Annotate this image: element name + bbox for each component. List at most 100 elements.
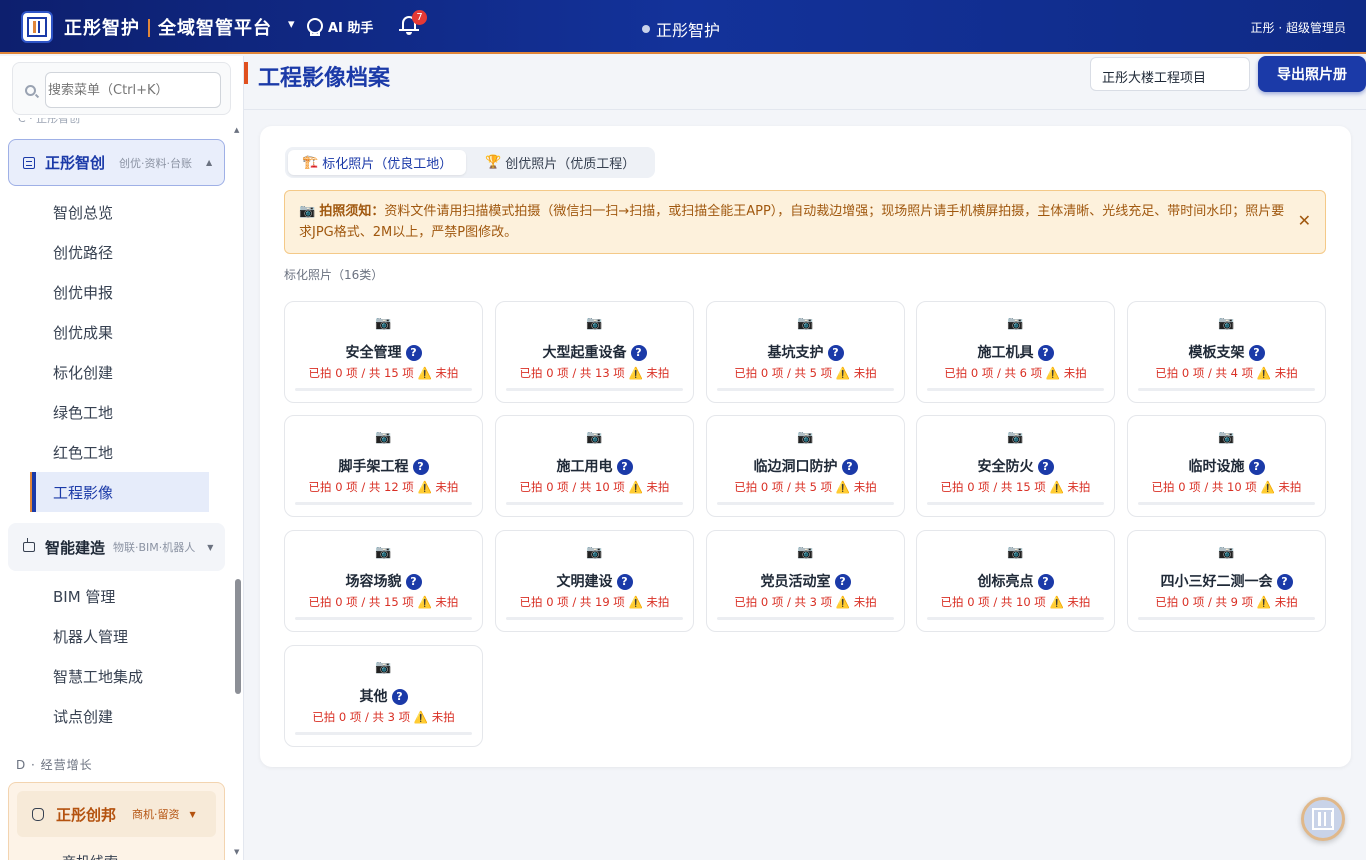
camera-icon: 📷 xyxy=(1218,545,1235,560)
help-icon[interactable]: ? xyxy=(827,345,844,361)
export-album-button[interactable]: 导出照片册 xyxy=(1258,56,1366,92)
help-icon[interactable]: ? xyxy=(630,345,647,361)
menu-search xyxy=(12,62,231,115)
category-card[interactable]: 📷 安全管理? 已拍 0 项 / 共 15 项 ⚠️ 未拍 xyxy=(284,301,483,403)
menu-group-zhengtong-zhichuang[interactable]: 正彤智创 创优·资料·台账 ▲ xyxy=(8,139,225,186)
sidebar-scrollbar-thumb[interactable] xyxy=(235,579,241,694)
menu-group-zhengtong-chuangbang[interactable]: 正彤创邦 商机·留资 ▼ xyxy=(17,791,216,837)
sidebar-item-leads[interactable]: 商机线索 xyxy=(62,852,118,860)
tab-standard-photos[interactable]: 🏗️ 标化照片（优良工地） xyxy=(288,150,467,175)
help-icon[interactable]: ? xyxy=(841,459,858,475)
sidebar-item-red-site[interactable]: 红色工地 xyxy=(53,442,113,463)
category-status: 已拍 0 项 / 共 10 项 ⚠️ 未拍 xyxy=(940,595,1091,609)
search-icon xyxy=(25,85,36,96)
category-name: 场容场貌 xyxy=(345,574,402,590)
help-icon[interactable]: ? xyxy=(405,345,422,361)
close-icon[interactable]: ✕ xyxy=(1298,210,1311,231)
category-card[interactable]: 📷 场容场貌? 已拍 0 项 / 共 15 项 ⚠️ 未拍 xyxy=(284,530,483,632)
category-card[interactable]: 📷 四小三好二测一会? 已拍 0 项 / 共 9 项 ⚠️ 未拍 xyxy=(1127,530,1326,632)
camera-icon: 📷 xyxy=(586,430,603,445)
sidebar-item-chuangyou-path[interactable]: 创优路径 xyxy=(53,242,113,263)
category-title: 党员活动室? xyxy=(707,571,904,591)
sidebar-item-pilot[interactable]: 试点创建 xyxy=(53,706,113,727)
tab-excellence-photos[interactable]: 🏆 创优照片（优质工程） xyxy=(471,150,649,175)
header-center-text: 正彤智护 xyxy=(656,21,721,40)
category-card[interactable]: 📷 党员活动室? 已拍 0 项 / 共 3 项 ⚠️ 未拍 xyxy=(706,530,905,632)
category-card[interactable]: 📷 大型起重设备? 已拍 0 项 / 共 13 项 ⚠️ 未拍 xyxy=(495,301,694,403)
menu-group-smart-construction[interactable]: 智能建造 物联·BIM·机器人 ▼ xyxy=(8,523,225,571)
category-progress-bar xyxy=(506,388,683,391)
category-title: 施工用电? xyxy=(496,456,693,476)
category-card[interactable]: 📷 安全防火? 已拍 0 项 / 共 15 项 ⚠️ 未拍 xyxy=(916,415,1115,517)
help-icon[interactable]: ? xyxy=(412,459,429,475)
app-logo-icon[interactable] xyxy=(21,11,53,43)
lightbulb-icon xyxy=(306,17,323,36)
sidebar: C · 正彤智创 正彤智创 创优·资料·台账 ▲ 智创总览 创优路径 创优申报 … xyxy=(0,56,244,860)
help-icon[interactable]: ? xyxy=(1248,345,1265,361)
category-card[interactable]: 📷 施工用电? 已拍 0 项 / 共 10 项 ⚠️ 未拍 xyxy=(495,415,694,517)
help-icon[interactable]: ? xyxy=(1037,574,1054,590)
menu-group-title: 智能建造 xyxy=(45,538,106,557)
category-status: 已拍 0 项 / 共 6 项 ⚠️ 未拍 xyxy=(944,366,1087,380)
category-progress-bar xyxy=(717,617,894,620)
menu-search-input[interactable] xyxy=(45,72,221,108)
category-title: 模板支架? xyxy=(1128,342,1325,362)
category-card[interactable]: 📷 其他? 已拍 0 项 / 共 3 项 ⚠️ 未拍 xyxy=(284,645,483,747)
category-progress-bar xyxy=(717,502,894,505)
camera-icon: 📷 xyxy=(1007,430,1024,445)
help-icon[interactable]: ? xyxy=(834,574,851,590)
category-title: 临边洞口防护? xyxy=(707,456,904,476)
category-card[interactable]: 📷 文明建设? 已拍 0 项 / 共 19 项 ⚠️ 未拍 xyxy=(495,530,694,632)
category-card[interactable]: 📷 临时设施? 已拍 0 项 / 共 10 项 ⚠️ 未拍 xyxy=(1127,415,1326,517)
category-card[interactable]: 📷 模板支架? 已拍 0 项 / 共 4 项 ⚠️ 未拍 xyxy=(1127,301,1326,403)
help-icon[interactable]: ? xyxy=(1037,345,1054,361)
sidebar-item-project-images[interactable]: 工程影像 xyxy=(53,482,113,503)
category-progress-bar xyxy=(295,732,472,735)
project-select[interactable]: 正彤大楼工程项目 xyxy=(1090,57,1250,91)
menu-group-subtitle: 创优·资料·台账 xyxy=(119,156,193,170)
help-icon[interactable]: ? xyxy=(616,459,633,475)
floating-assistant-logo-icon[interactable] xyxy=(1301,797,1345,841)
sidebar-item-chuangyou-apply[interactable]: 创优申报 xyxy=(53,282,113,303)
camera-icon: 📷 xyxy=(797,545,814,560)
help-icon[interactable]: ? xyxy=(391,689,408,705)
ai-assistant-button[interactable]: AI 助手 xyxy=(306,17,373,36)
image-archive-panel: 🏗️ 标化照片（优良工地） 🏆 创优照片（优质工程） 📷 拍照须知：资料文件请用… xyxy=(260,126,1351,767)
category-card[interactable]: 📷 脚手架工程? 已拍 0 项 / 共 12 项 ⚠️ 未拍 xyxy=(284,415,483,517)
scroll-up-arrow-icon[interactable]: ▲ xyxy=(234,126,239,134)
help-icon[interactable]: ? xyxy=(1248,459,1265,475)
category-progress-bar xyxy=(927,502,1104,505)
help-icon[interactable]: ? xyxy=(405,574,422,590)
robot-icon xyxy=(23,538,35,552)
category-progress-bar xyxy=(506,502,683,505)
section-label-c: C · 正彤智创 xyxy=(18,118,81,125)
category-status: 已拍 0 项 / 共 13 项 ⚠️ 未拍 xyxy=(519,366,670,380)
category-card[interactable]: 📷 创标亮点? 已拍 0 项 / 共 10 项 ⚠️ 未拍 xyxy=(916,530,1115,632)
category-card[interactable]: 📷 施工机具? 已拍 0 项 / 共 6 项 ⚠️ 未拍 xyxy=(916,301,1115,403)
category-status: 已拍 0 项 / 共 15 项 ⚠️ 未拍 xyxy=(308,595,459,609)
sidebar-item-robot-management[interactable]: 机器人管理 xyxy=(53,626,128,647)
category-title: 场容场貌? xyxy=(285,571,482,591)
scroll-down-arrow-icon[interactable]: ▼ xyxy=(234,848,239,856)
help-icon[interactable]: ? xyxy=(616,574,633,590)
category-title: 安全防火? xyxy=(917,456,1114,476)
menu-group-subtitle: 物联·BIM·机器人 xyxy=(113,541,196,554)
category-title: 脚手架工程? xyxy=(285,456,482,476)
help-icon[interactable]: ? xyxy=(1276,574,1293,590)
camera-icon: 📷 xyxy=(1007,316,1024,331)
sidebar-item-green-site[interactable]: 绿色工地 xyxy=(53,402,113,423)
current-user[interactable]: 正彤 · 超级管理员 xyxy=(1251,19,1346,36)
category-card[interactable]: 📷 临边洞口防护? 已拍 0 项 / 共 5 项 ⚠️ 未拍 xyxy=(706,415,905,517)
sidebar-item-bim[interactable]: BIM 管理 xyxy=(53,586,115,607)
category-title: 其他? xyxy=(285,686,482,706)
help-icon[interactable]: ? xyxy=(1037,459,1054,475)
category-card[interactable]: 📷 基坑支护? 已拍 0 项 / 共 5 项 ⚠️ 未拍 xyxy=(706,301,905,403)
sidebar-item-smart-site[interactable]: 智慧工地集成 xyxy=(53,666,143,687)
category-status: 已拍 0 项 / 共 12 项 ⚠️ 未拍 xyxy=(308,480,459,494)
sidebar-item-standard-build[interactable]: 标化创建 xyxy=(53,362,113,383)
platform-switch-caret-icon[interactable]: ▾ xyxy=(288,17,295,32)
sidebar-item-zhichuang-overview[interactable]: 智创总览 xyxy=(53,202,113,223)
category-title: 施工机具? xyxy=(917,342,1114,362)
category-progress-bar xyxy=(506,617,683,620)
sidebar-item-chuangyou-results[interactable]: 创优成果 xyxy=(53,322,113,343)
